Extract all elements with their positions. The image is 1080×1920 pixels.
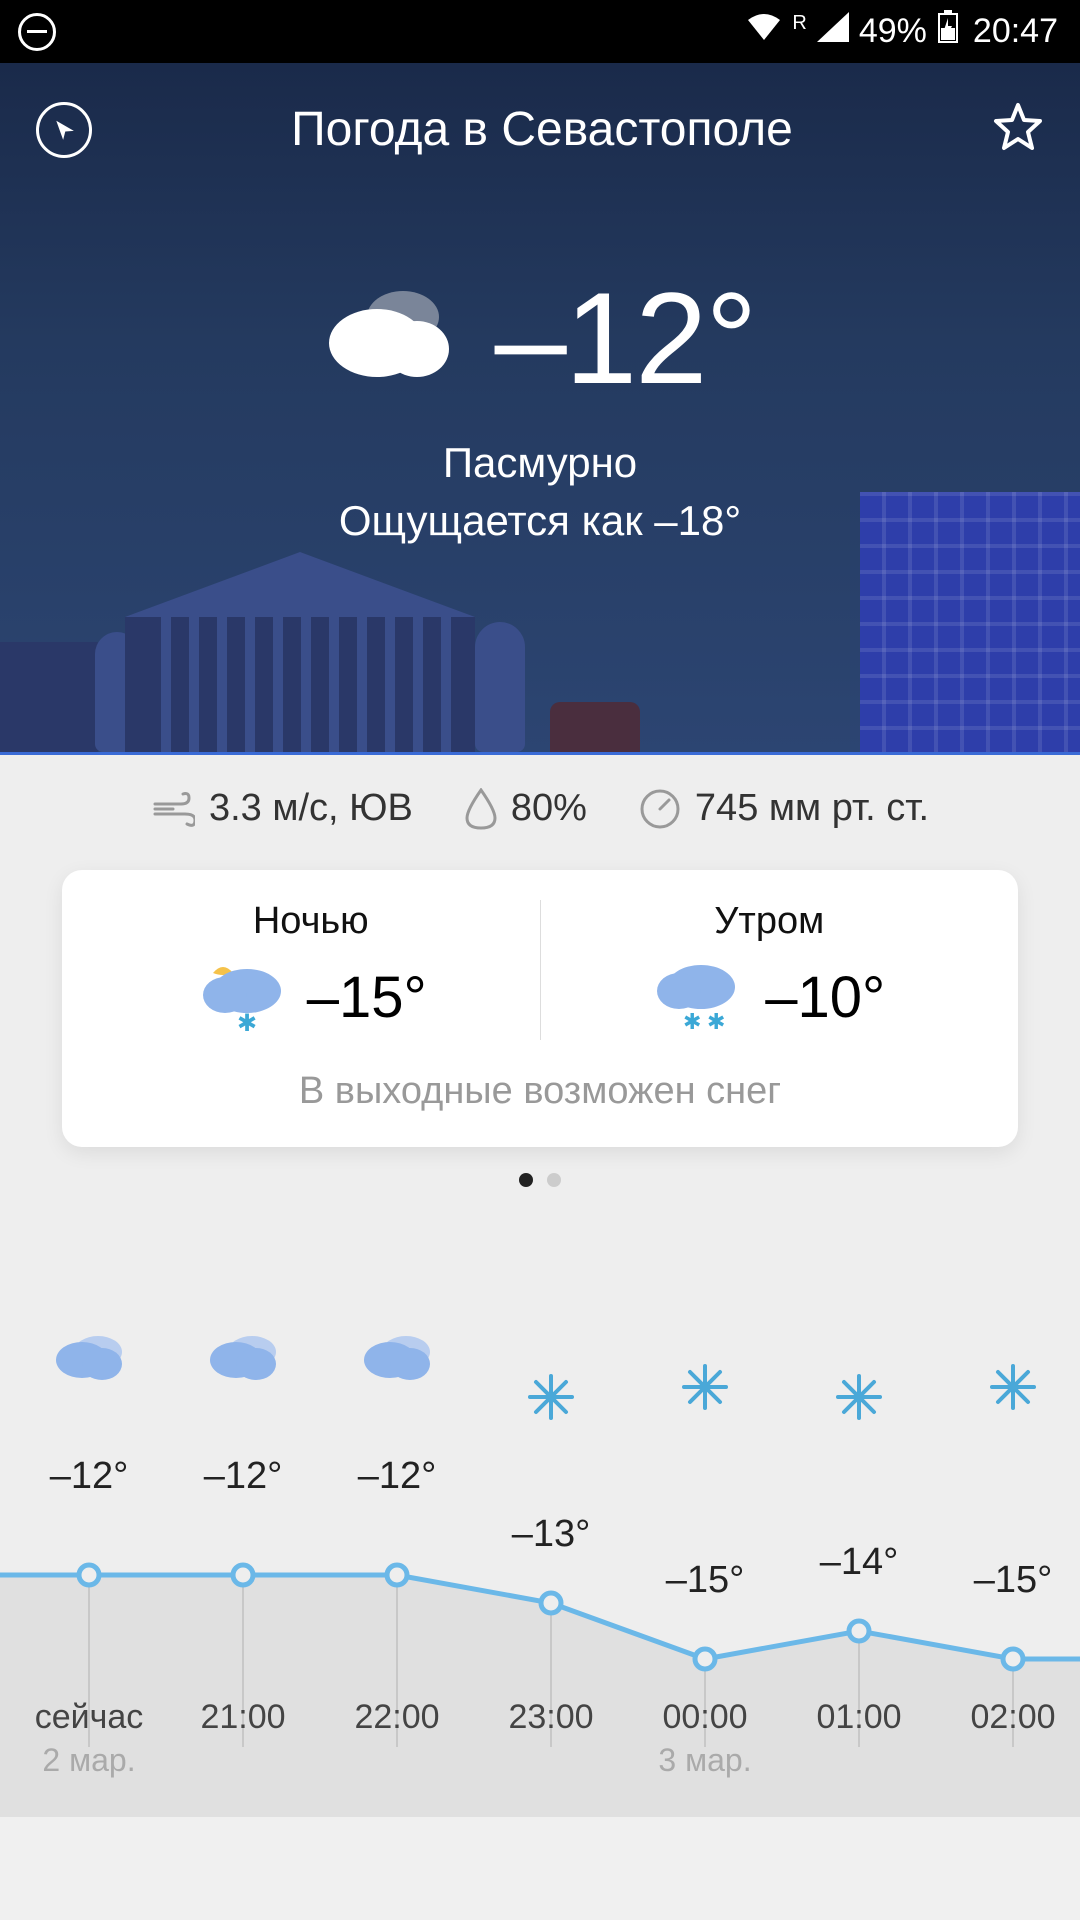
wifi-icon xyxy=(746,12,782,51)
hour-time: 00:00 xyxy=(628,1698,782,1737)
clock-label: 20:47 xyxy=(973,12,1058,51)
forecast-label: Утром xyxy=(541,900,999,943)
wind-icon xyxy=(151,790,195,828)
hour-time: 21:00 xyxy=(166,1698,320,1737)
hero: Погода в Севастополе –12° Пасмурно Ощуща… xyxy=(0,63,1080,755)
compass-icon xyxy=(49,115,79,145)
skyline-decoration xyxy=(0,485,1080,755)
favorite-button[interactable] xyxy=(992,101,1044,158)
location-button[interactable] xyxy=(36,102,92,158)
dot-active xyxy=(519,1173,533,1187)
hour-time: 22:00 xyxy=(320,1698,474,1737)
forecast-temp: –10° xyxy=(765,964,885,1031)
roaming-label: R xyxy=(792,12,806,35)
cloudy-icon xyxy=(325,281,455,396)
forecast-card-wrap[interactable]: Ночью ✱ –15° Утром xyxy=(0,858,1080,1147)
cloud-icon xyxy=(320,1317,474,1397)
current-condition: Пасмурно xyxy=(0,439,1080,487)
forecast-temp: –15° xyxy=(307,964,427,1031)
svg-text:✱: ✱ xyxy=(237,1010,257,1035)
morning-snow-icon: ✱ ✱ xyxy=(653,955,743,1040)
hour-column: –12° 21:00 xyxy=(166,1317,320,1797)
pressure-value: 745 мм рт. ст. xyxy=(695,787,929,830)
metrics-strip: 3.3 м/с, ЮВ 80% 745 мм рт. ст. xyxy=(0,755,1080,858)
hour-date: 3 мар. xyxy=(628,1742,782,1779)
humidity-value: 80% xyxy=(511,787,587,830)
hour-column: –12° сейчас 2 мар. xyxy=(12,1317,166,1797)
hour-time: сейчас xyxy=(12,1698,166,1737)
humidity-metric: 80% xyxy=(465,787,587,830)
hour-temp: –14° xyxy=(782,1541,936,1584)
cloud-icon xyxy=(12,1317,166,1397)
forecast-card: Ночью ✱ –15° Утром xyxy=(62,870,1018,1147)
battery-icon xyxy=(937,10,959,53)
hour-temp: –13° xyxy=(474,1513,628,1556)
hour-time: 23:00 xyxy=(474,1698,628,1737)
hour-date: 2 мар. xyxy=(12,1742,166,1779)
forecast-morning: Утром ✱ ✱ –10° xyxy=(541,900,999,1040)
hour-temp: –15° xyxy=(936,1559,1080,1602)
svg-text:✱: ✱ xyxy=(707,1009,725,1034)
cloud-icon xyxy=(166,1317,320,1397)
battery-label: 49% xyxy=(859,12,927,51)
pagination-dots xyxy=(0,1147,1080,1267)
forecast-night: Ночью ✱ –15° xyxy=(82,900,541,1040)
forecast-note: В выходные возможен снег xyxy=(82,1070,998,1113)
snowflake-icon xyxy=(474,1367,628,1427)
hour-time: 01:00 xyxy=(782,1698,936,1737)
hour-time: 02:00 xyxy=(936,1698,1080,1737)
hour-column: –15° 00:00 3 мар. xyxy=(628,1317,782,1797)
hour-temp: –12° xyxy=(12,1455,166,1498)
dot xyxy=(547,1173,561,1187)
snowflake-icon xyxy=(936,1357,1080,1417)
hour-temp: –15° xyxy=(628,1559,782,1602)
svg-text:✱: ✱ xyxy=(683,1009,701,1034)
signal-icon xyxy=(817,12,849,51)
hour-column: –13° 23:00 xyxy=(474,1317,628,1797)
hour-temp: –12° xyxy=(166,1455,320,1498)
wind-metric: 3.3 м/с, ЮВ xyxy=(151,787,413,830)
wind-value: 3.3 м/с, ЮВ xyxy=(209,787,413,830)
pressure-metric: 745 мм рт. ст. xyxy=(639,787,929,830)
hour-column: –15° 02:00 xyxy=(936,1317,1080,1797)
snowflake-icon xyxy=(782,1367,936,1427)
star-icon xyxy=(992,101,1044,153)
pressure-icon xyxy=(639,788,681,830)
current-temperature: –12° xyxy=(495,263,756,413)
hour-column: –14° 01:00 xyxy=(782,1317,936,1797)
snowflake-icon xyxy=(628,1357,782,1417)
dnd-icon xyxy=(18,13,56,51)
page-title: Погода в Севастополе xyxy=(92,102,992,157)
status-bar: R 49% 20:47 xyxy=(0,0,1080,63)
forecast-label: Ночью xyxy=(82,900,540,943)
hourly-forecast[interactable]: –12° сейчас 2 мар. –12° 21:00 –12° 22:00 –13° 23… xyxy=(0,1267,1080,1797)
humidity-icon xyxy=(465,788,497,830)
hour-column: –12° 22:00 xyxy=(320,1317,474,1797)
hour-temp: –12° xyxy=(320,1455,474,1498)
night-snow-icon: ✱ xyxy=(195,955,285,1040)
